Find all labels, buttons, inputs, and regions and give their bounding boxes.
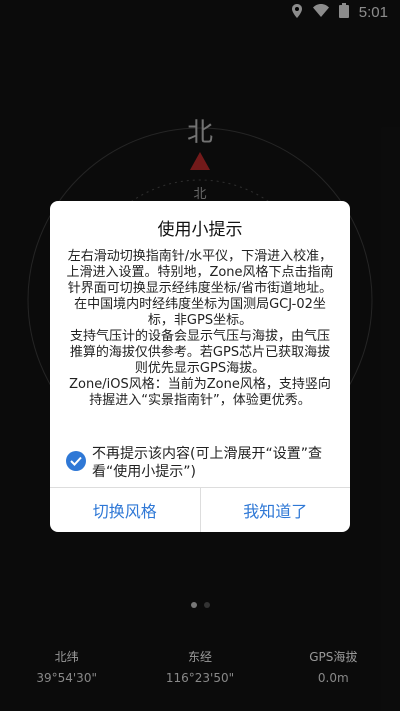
tip-paragraph: 左右滑动切换指南针/水平仪，下滑进入校准，上滑进入设置。特别地，Zone风格下点… (66, 249, 334, 296)
dialog-body: 左右滑动切换指南针/水平仪，下滑进入校准，上滑进入设置。特别地，Zone风格下点… (64, 249, 336, 409)
latitude-label: 北纬 (54, 650, 79, 664)
dialog-button-row: 切换风格 我知道了 (50, 487, 350, 532)
tip-paragraph: Zone/iOS风格：当前为Zone风格，支持竖向持握进入“实景指南针”，体验更… (69, 377, 331, 408)
tips-dialog: 使用小提示 左右滑动切换指南针/水平仪，下滑进入校准，上滑进入设置。特别地，Zo… (50, 201, 350, 532)
longitude-info[interactable]: 东经 116°23'50" (133, 648, 266, 685)
altitude-info[interactable]: GPS海拔 0.0m (267, 648, 400, 685)
longitude-value: 116°23'50" (165, 671, 235, 685)
page-dot[interactable] (203, 602, 210, 608)
got-it-button[interactable]: 我知道了 (199, 488, 351, 532)
altitude-label: GPS海拔 (309, 650, 358, 664)
page-dot-active[interactable] (190, 602, 197, 608)
dont-show-again-label: 不再提示该内容(可上滑展开“设置”查看“使用小提示”) (92, 446, 322, 480)
checkmark-icon (70, 456, 82, 466)
dont-show-again-checkbox[interactable] (66, 451, 86, 471)
altitude-value: 0.0m (317, 671, 349, 685)
tip-paragraph: 支持气压计的设备会显示气压与海拔，由气压推算的海拔仅供参考。若GPS芯片已获取海… (69, 329, 331, 376)
tip-paragraph: 在中国境内时经纬度坐标为国测局GCJ-02坐标，非GPS坐标。 (74, 297, 326, 328)
switch-style-button[interactable]: 切换风格 (50, 488, 200, 532)
location-info-bar: 北纬 39°54'30" 东经 116°23'50" GPS海拔 0.0m (0, 648, 400, 685)
dont-show-again-row[interactable]: 不再提示该内容(可上滑展开“设置”查看“使用小提示”) (66, 445, 338, 481)
dialog-title: 使用小提示 (157, 220, 243, 240)
latitude-info[interactable]: 北纬 39°54'30" (0, 648, 133, 685)
latitude-value: 39°54'30" (36, 671, 97, 685)
longitude-label: 东经 (187, 650, 212, 664)
page-indicator (0, 602, 400, 608)
